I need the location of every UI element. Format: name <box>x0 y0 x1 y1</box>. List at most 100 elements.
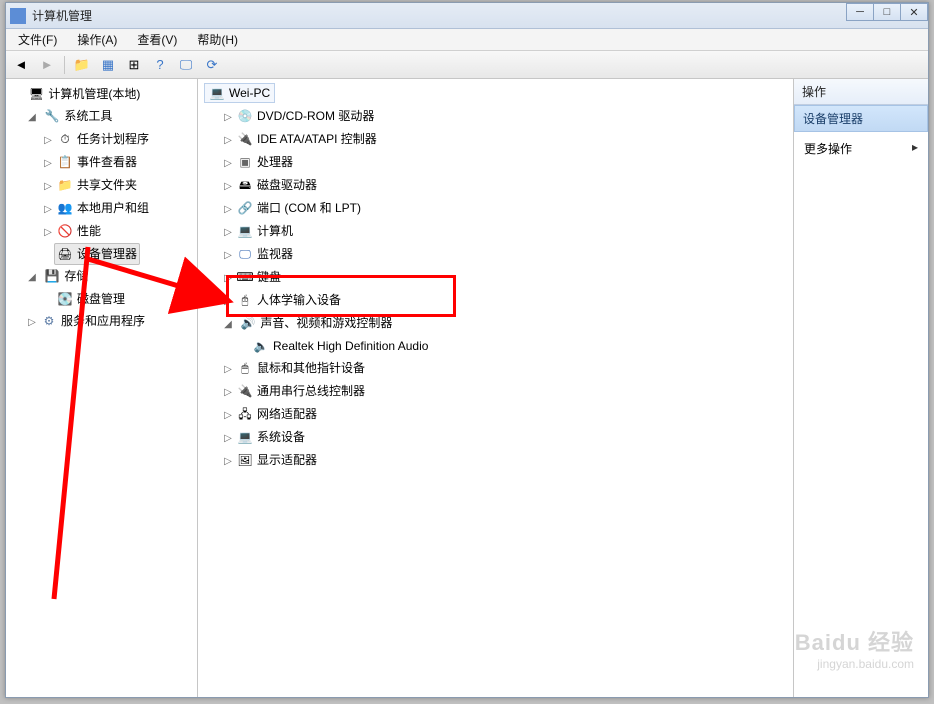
audio-icon <box>240 315 256 331</box>
up-button[interactable]: 📁 <box>71 54 93 76</box>
properties-button[interactable]: ⊞ <box>123 54 145 76</box>
window-title: 计算机管理 <box>32 7 92 24</box>
expander-icon[interactable]: ▷ <box>42 131 54 151</box>
maximize-button[interactable]: □ <box>873 3 901 21</box>
device-mouse[interactable]: 鼠标和其他指针设备 <box>234 357 368 379</box>
scan-button[interactable]: 🖵 <box>175 54 197 76</box>
expander-icon[interactable]: ▷ <box>222 131 234 151</box>
tree-label: 计算机 <box>257 221 293 241</box>
tree-system-tools[interactable]: 系统工具 <box>41 105 115 127</box>
device-system[interactable]: 系统设备 <box>234 426 308 448</box>
expander-icon[interactable]: ▷ <box>222 108 234 128</box>
device-computers[interactable]: 计算机 <box>234 220 296 242</box>
expander-icon[interactable]: ▷ <box>222 200 234 220</box>
help-icon: ? <box>156 57 163 72</box>
forward-button[interactable]: ► <box>36 54 58 76</box>
more-actions-link[interactable]: 更多操作 <box>804 142 852 156</box>
refresh-button[interactable]: ⟳ <box>201 54 223 76</box>
main-window: 计算机管理 ─ □ ✕ 文件(F) 操作(A) 查看(V) 帮助(H) ◄ ► … <box>5 2 929 698</box>
help-button[interactable]: ? <box>149 54 171 76</box>
menu-action[interactable]: 操作(A) <box>69 29 125 50</box>
left-tree-pane[interactable]: 计算机管理(本地) ◢ 系统工具 ▷任务计划程序 ▷事件查看器 <box>6 79 198 697</box>
expander-icon[interactable]: ◢ <box>26 108 38 128</box>
tree-event-viewer[interactable]: 事件查看器 <box>54 151 140 173</box>
expander-icon[interactable]: ▷ <box>222 452 234 472</box>
chevron-right-icon: ▸ <box>912 140 918 154</box>
device-dvd[interactable]: DVD/CD-ROM 驱动器 <box>234 105 377 127</box>
tree-task-scheduler[interactable]: 任务计划程序 <box>54 128 152 150</box>
expander-icon[interactable]: ▷ <box>222 177 234 197</box>
expander-icon[interactable]: ▷ <box>222 360 234 380</box>
device-manager-icon <box>57 246 73 262</box>
menu-view[interactable]: 查看(V) <box>129 29 185 50</box>
tree-label: 通用串行总线控制器 <box>257 381 365 401</box>
expander-icon[interactable]: ▷ <box>42 177 54 197</box>
expander-icon[interactable]: ▷ <box>222 406 234 426</box>
device-tree-pane[interactable]: Wei-PC ▷DVD/CD-ROM 驱动器 ▷IDE ATA/ATAPI 控制… <box>198 79 794 697</box>
close-button[interactable]: ✕ <box>900 3 928 21</box>
tree-label: Realtek High Definition Audio <box>273 336 428 356</box>
expander-icon[interactable]: ▷ <box>222 429 234 449</box>
folder-icon: 📁 <box>74 57 90 73</box>
device-hid[interactable]: 人体学输入设备 <box>234 289 344 311</box>
monitor-icon: 🖵 <box>180 57 193 73</box>
expander-icon[interactable]: ▷ <box>222 154 234 174</box>
tree-device-manager[interactable]: 设备管理器 <box>54 243 140 265</box>
expander-icon[interactable]: ▷ <box>222 383 234 403</box>
expander-icon[interactable]: ◢ <box>26 268 38 288</box>
view-button[interactable]: ▦ <box>97 54 119 76</box>
device-network[interactable]: 网络适配器 <box>234 403 320 425</box>
share-icon <box>57 177 73 193</box>
expander-icon[interactable]: ▷ <box>42 200 54 220</box>
device-ide[interactable]: IDE ATA/ATAPI 控制器 <box>234 128 380 150</box>
actions-body: 更多操作 ▸ <box>794 132 928 165</box>
back-button[interactable]: ◄ <box>10 54 32 76</box>
computer-icon <box>28 86 44 102</box>
tree-label: 显示适配器 <box>257 450 317 470</box>
tree-label: 监视器 <box>257 244 293 264</box>
expander-icon[interactable]: ▷ <box>42 223 54 243</box>
device-tree-root[interactable]: Wei-PC <box>204 83 275 103</box>
device-disk-drives[interactable]: 磁盘驱动器 <box>234 174 320 196</box>
tree-storage[interactable]: 存储 <box>41 265 91 287</box>
tree-shared-folders[interactable]: 共享文件夹 <box>54 174 140 196</box>
expander-icon[interactable]: ▷ <box>42 154 54 174</box>
menu-file[interactable]: 文件(F) <box>10 29 65 50</box>
toolbar-separator <box>64 56 65 74</box>
expander-icon[interactable]: ◢ <box>222 315 234 335</box>
tree-local-users[interactable]: 本地用户和组 <box>54 197 152 219</box>
forward-icon: ► <box>41 57 54 72</box>
device-display[interactable]: 显示适配器 <box>234 449 320 471</box>
pc-icon <box>237 223 253 239</box>
tree-label: 磁盘驱动器 <box>257 175 317 195</box>
device-ports[interactable]: 端口 (COM 和 LPT) <box>234 197 364 219</box>
expander-icon[interactable]: ▷ <box>26 313 38 333</box>
tree-label: Wei-PC <box>229 86 270 100</box>
view-icon: ▦ <box>102 57 114 73</box>
device-keyboards[interactable]: 键盘 <box>234 266 284 288</box>
toolbar: ◄ ► 📁 ▦ ⊞ ? 🖵 ⟳ <box>6 51 928 79</box>
expander-icon[interactable]: ▷ <box>222 292 234 312</box>
tree-performance[interactable]: 性能 <box>54 220 104 242</box>
expander-icon[interactable]: ▷ <box>222 223 234 243</box>
users-icon <box>57 200 73 216</box>
expander-icon[interactable]: ▷ <box>222 246 234 266</box>
window-controls: ─ □ ✕ <box>847 3 928 21</box>
device-monitors[interactable]: 监视器 <box>234 243 296 265</box>
hdd-icon <box>237 177 253 193</box>
back-icon: ◄ <box>15 57 28 72</box>
usb-icon <box>237 383 253 399</box>
device-realtek-audio[interactable]: Realtek High Definition Audio <box>250 335 431 357</box>
tree-services-apps[interactable]: 服务和应用程序 <box>38 310 148 332</box>
expander-icon[interactable]: ▷ <box>222 269 234 289</box>
device-audio-controllers[interactable]: 声音、视频和游戏控制器 <box>237 312 395 334</box>
minimize-button[interactable]: ─ <box>846 3 874 21</box>
titlebar: 计算机管理 ─ □ ✕ <box>6 3 928 29</box>
tree-disk-management[interactable]: 磁盘管理 <box>54 288 128 310</box>
display-icon <box>237 452 253 468</box>
device-cpu[interactable]: 处理器 <box>234 151 296 173</box>
menu-help[interactable]: 帮助(H) <box>189 29 246 50</box>
tree-root-local[interactable]: 计算机管理(本地) <box>25 83 143 105</box>
device-usb[interactable]: 通用串行总线控制器 <box>234 380 368 402</box>
pc-icon <box>209 85 225 101</box>
